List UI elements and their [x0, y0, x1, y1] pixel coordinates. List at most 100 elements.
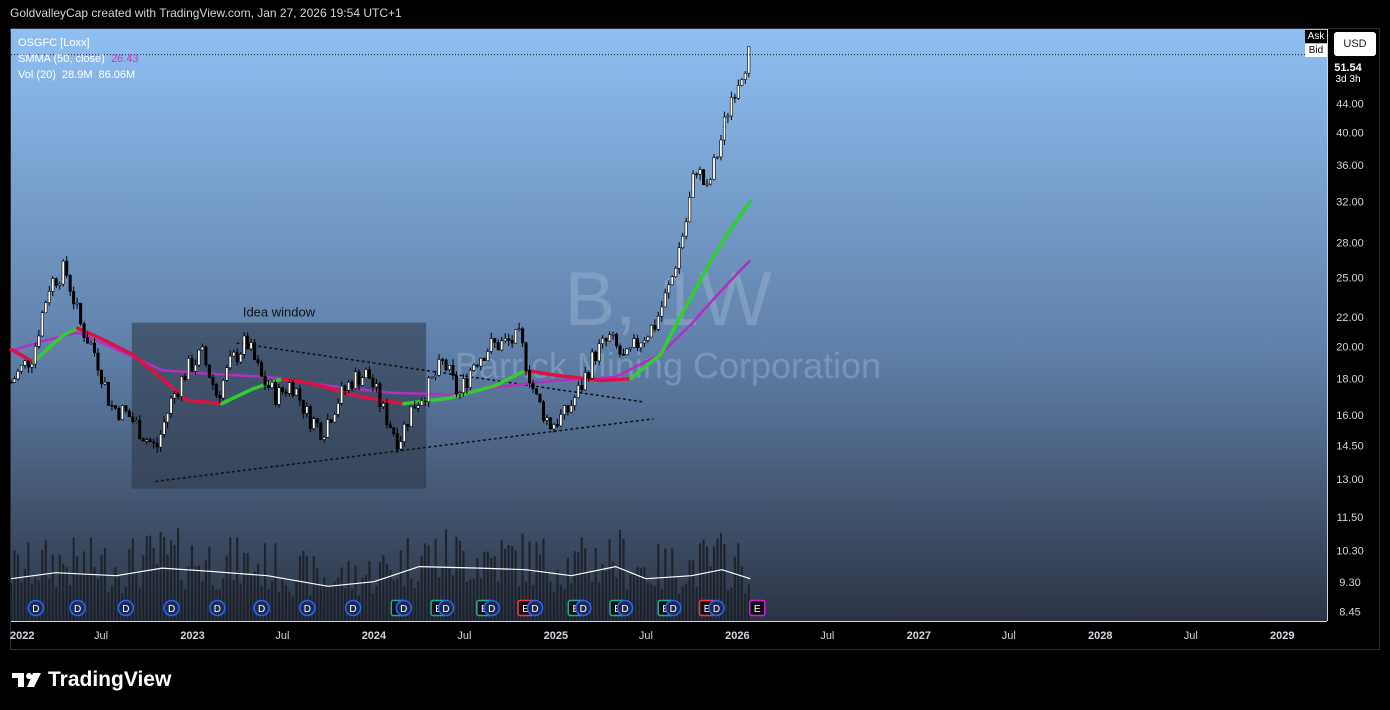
candle-down: [273, 381, 278, 405]
candle-up: [670, 276, 674, 286]
candle-down: [496, 342, 500, 351]
tradingview-brand-text: TradingView: [48, 668, 172, 691]
volume-bar: [552, 592, 555, 621]
candle-down: [263, 376, 267, 386]
volume-bar: [472, 578, 475, 621]
candle-up: [381, 403, 385, 407]
candle-up: [61, 260, 65, 285]
candle-down: [152, 441, 156, 444]
candle-up: [646, 336, 650, 341]
dividend-marker-letter: D: [488, 604, 495, 615]
candle-up: [134, 420, 138, 423]
volume-bar: [507, 544, 510, 621]
candle-up: [503, 338, 507, 342]
candle-up: [312, 418, 316, 429]
volume-bar: [291, 596, 294, 621]
candle-up: [740, 79, 744, 86]
candle-down: [604, 338, 608, 342]
price-tick-label: 44.00: [1336, 98, 1364, 110]
candle-up: [354, 371, 358, 389]
candle-up: [573, 397, 577, 406]
candle-up: [601, 338, 605, 345]
candle-up: [242, 335, 246, 355]
candle-up: [712, 157, 716, 180]
candle-up: [120, 405, 124, 420]
vol-label: Vol (20): [18, 69, 56, 81]
candle-up: [597, 343, 601, 362]
candle-up: [75, 302, 79, 305]
candle-up: [743, 72, 747, 80]
candle-up: [625, 348, 629, 355]
volume-bar: [545, 571, 548, 621]
volume-bar: [643, 567, 646, 621]
price-tick-label: 18.00: [1336, 374, 1364, 386]
candle-down: [106, 381, 110, 406]
price-chart[interactable]: B, 1WBarrick Mining Corporation Idea win…: [0, 0, 1390, 710]
candle-up: [691, 173, 695, 198]
volume-bar: [86, 572, 89, 621]
volume-bar: [9, 583, 13, 621]
volume-bar: [646, 582, 649, 621]
candle-up: [40, 312, 44, 337]
dividend-marker-letter: D: [349, 604, 356, 615]
price-tick-label: 13.00: [1336, 474, 1364, 486]
candle-down: [141, 438, 145, 442]
candle-up: [660, 306, 664, 317]
ask-label: Ask: [1305, 30, 1327, 43]
candle-up: [447, 365, 452, 371]
candle-up: [186, 358, 191, 380]
volume-bar: [695, 586, 698, 621]
price-tick-label: 22.00: [1336, 312, 1364, 324]
candle-up: [294, 388, 298, 396]
time-tick-label: 2027: [907, 630, 931, 642]
currency-button[interactable]: USD: [1334, 32, 1376, 56]
candle-down: [555, 424, 559, 427]
volume-bar: [632, 574, 635, 621]
volume-bar: [685, 583, 688, 621]
volume-bar: [385, 563, 388, 621]
candle-down: [207, 364, 211, 378]
candle-up: [674, 267, 678, 277]
volume-bar: [326, 585, 329, 621]
time-tick-label: Jul: [639, 630, 653, 642]
volume-bar: [183, 588, 187, 621]
time-tick-label: 2024: [362, 630, 387, 642]
tradingview-logo[interactable]: TradingView: [12, 668, 171, 692]
candle-down: [534, 388, 539, 395]
candle-down: [385, 403, 389, 426]
candle-up: [437, 359, 441, 376]
volume-bar: [274, 543, 277, 621]
volume-bar: [591, 581, 594, 621]
volume-bar: [103, 547, 107, 621]
candle-down: [528, 370, 532, 384]
candle-up: [197, 349, 201, 366]
candle-up: [33, 346, 37, 365]
candle-down: [531, 382, 535, 390]
volume-bar: [236, 537, 239, 621]
candle-down: [26, 360, 30, 368]
candle-up: [364, 369, 368, 379]
candle-down: [256, 359, 260, 364]
volume-bar: [375, 585, 378, 621]
price-axis: 44.00 40.00 36.00 32.00 28.00 25.00 22.00 20.00…: [1327, 29, 1379, 621]
candle-up: [486, 351, 490, 361]
candle-down: [291, 382, 295, 396]
volume-bar: [371, 593, 374, 621]
candle-down: [113, 405, 117, 409]
candle-down: [148, 439, 152, 443]
volume-bar: [145, 536, 148, 621]
candle-up: [684, 221, 688, 237]
candle-up: [726, 115, 730, 118]
candle-up: [336, 403, 340, 415]
candle-down: [329, 419, 333, 423]
candle-up: [12, 378, 16, 383]
candle-up: [663, 292, 667, 308]
candle-up: [569, 405, 573, 413]
dividend-marker-letter: D: [32, 604, 39, 615]
volume-bar: [653, 586, 656, 621]
candle-up: [688, 197, 692, 223]
candle-up: [434, 374, 438, 378]
candle-up: [705, 183, 709, 186]
price-tick-label: 32.00: [1336, 196, 1364, 208]
candle-down: [388, 424, 392, 429]
